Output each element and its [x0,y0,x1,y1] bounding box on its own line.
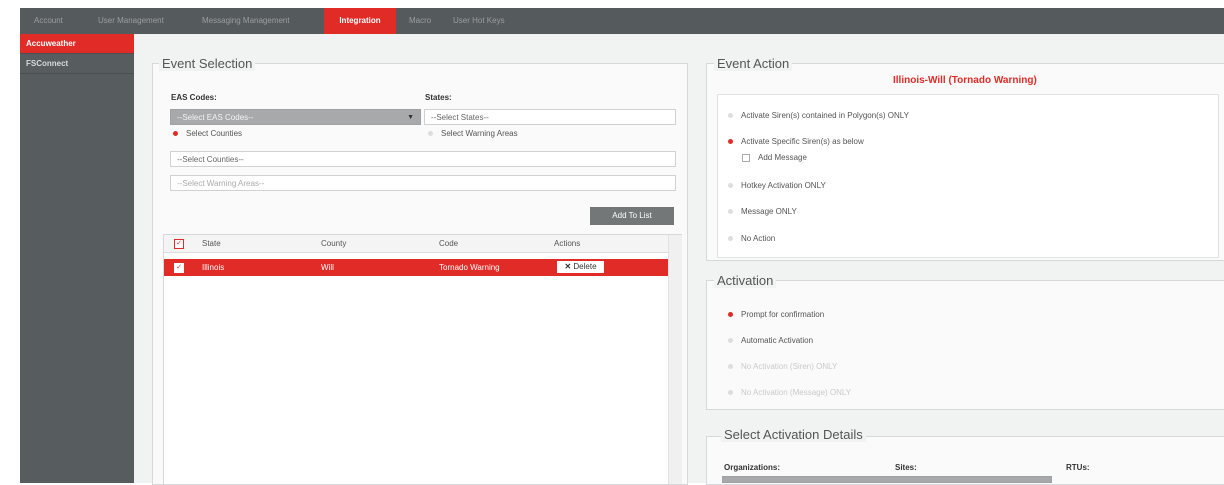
radio-unselected-icon [728,209,733,215]
column-code: Code [439,239,459,248]
radio-select-counties-label: Select Counties [186,129,243,138]
radio-unselected-icon [728,183,733,189]
radio-unselected-icon [728,236,733,242]
radio-unselected-icon [728,338,733,344]
top-navigation: Account User Management Messaging Manage… [20,8,1224,34]
column-county: County [321,239,347,248]
add-message-label: Add Message [758,153,807,162]
radio-selected-icon [173,131,178,137]
radio-hotkey-activation[interactable]: Hotkey Activation ONLY [728,181,826,190]
close-icon: ✕ [564,262,572,271]
event-action-legend: Event Action [714,56,793,71]
radio-select-warning-areas-label: Select Warning Areas [441,129,518,138]
radio-unselected-icon [728,113,733,119]
radio-activate-specific[interactable]: Activate Specific Siren(s) as below [728,137,864,146]
radio-activate-polygon[interactable]: Activate Siren(s) contained in Polygon(s… [728,111,909,120]
add-message-checkbox[interactable]: Add Message [742,153,807,162]
radio-unselected-icon [428,131,433,137]
radio-no-activation-siren-label: No Activation (Siren) ONLY [741,362,838,371]
cell-state: Illinois [202,263,225,272]
table-scrollbar[interactable] [668,235,682,484]
column-state: State [202,239,221,248]
states-select[interactable]: --Select States-- [424,109,676,125]
radio-message-only-label: Message ONLY [741,207,797,216]
radio-no-action-label: No Action [741,234,776,243]
radio-hotkey-activation-label: Hotkey Activation ONLY [741,181,826,190]
chevron-down-icon: ▼ [407,114,414,121]
radio-prompt-confirmation-label: Prompt for confirmation [741,310,825,319]
cell-code: Tornado Warning [439,263,500,272]
eas-codes-select[interactable]: --Select EAS Codes-- ▼ [170,109,421,125]
radio-prompt-confirmation[interactable]: Prompt for confirmation [728,310,824,319]
radio-disabled-icon [728,390,733,396]
sites-label: Sites: [895,463,917,472]
eas-codes-value: --Select EAS Codes-- [177,113,254,122]
sidebar-item-accuweather[interactable]: Accuweather [20,34,134,54]
delete-button-label: Delete [573,262,597,271]
tab-messaging-management[interactable]: Messaging Management [196,8,296,34]
states-label: States: [425,93,452,102]
radio-no-activation-message: No Activation (Message) ONLY [728,388,851,397]
event-selection-legend: Event Selection [159,56,256,71]
counties-select[interactable]: --Select Counties-- [170,151,676,167]
event-table: ✓ State County Code Actions ✓ Illinois W… [163,234,682,485]
eas-codes-label: EAS Codes: [171,93,217,102]
table-header: ✓ State County Code Actions [164,235,668,253]
sidebar: Accuweather FSConnect [20,34,134,483]
row-checkbox[interactable]: ✓ [174,263,184,273]
radio-no-activation-siren: No Activation (Siren) ONLY [728,362,837,371]
radio-select-warning-areas[interactable]: Select Warning Areas [428,129,518,138]
rtus-label: RTUs: [1066,463,1090,472]
radio-automatic-activation[interactable]: Automatic Activation [728,336,813,345]
radio-activate-polygon-label: Activate Siren(s) contained in Polygon(s… [741,111,909,120]
tab-account[interactable]: Account [28,8,69,34]
add-to-list-button[interactable]: Add To List [590,207,674,225]
delete-button[interactable]: ✕ Delete [557,261,604,273]
column-actions: Actions [554,239,581,248]
organizations-select[interactable] [722,476,1052,483]
radio-select-counties[interactable]: Select Counties [173,129,242,138]
radio-selected-icon [728,139,733,145]
radio-disabled-icon [728,364,733,370]
activation-legend: Activation [714,273,777,288]
table-row[interactable]: ✓ Illinois Will Tornado Warning ✕ Delete [164,259,668,276]
select-all-checkbox[interactable]: ✓ [174,239,184,249]
radio-no-activation-message-label: No Activation (Message) ONLY [741,388,852,397]
cell-county: Will [321,263,334,272]
radio-automatic-activation-label: Automatic Activation [741,336,814,345]
radio-no-action[interactable]: No Action [728,234,775,243]
tab-macro[interactable]: Macro [403,8,437,34]
event-action-title: Illinois-Will (Tornado Warning) [893,75,1037,86]
radio-selected-icon [728,312,733,318]
tab-user-hot-keys[interactable]: User Hot Keys [447,8,511,34]
tab-user-management[interactable]: User Management [92,8,170,34]
warning-areas-select[interactable]: --Select Warning Areas-- [170,175,676,191]
radio-message-only[interactable]: Message ONLY [728,207,797,216]
sidebar-item-fsconnect[interactable]: FSConnect [20,54,134,74]
tab-integration[interactable]: Integration [324,8,396,34]
organizations-label: Organizations: [724,463,781,472]
radio-activate-specific-label: Activate Specific Siren(s) as below [741,137,864,146]
activation-details-legend: Select Activation Details [721,427,866,442]
checkbox-icon [742,153,750,162]
